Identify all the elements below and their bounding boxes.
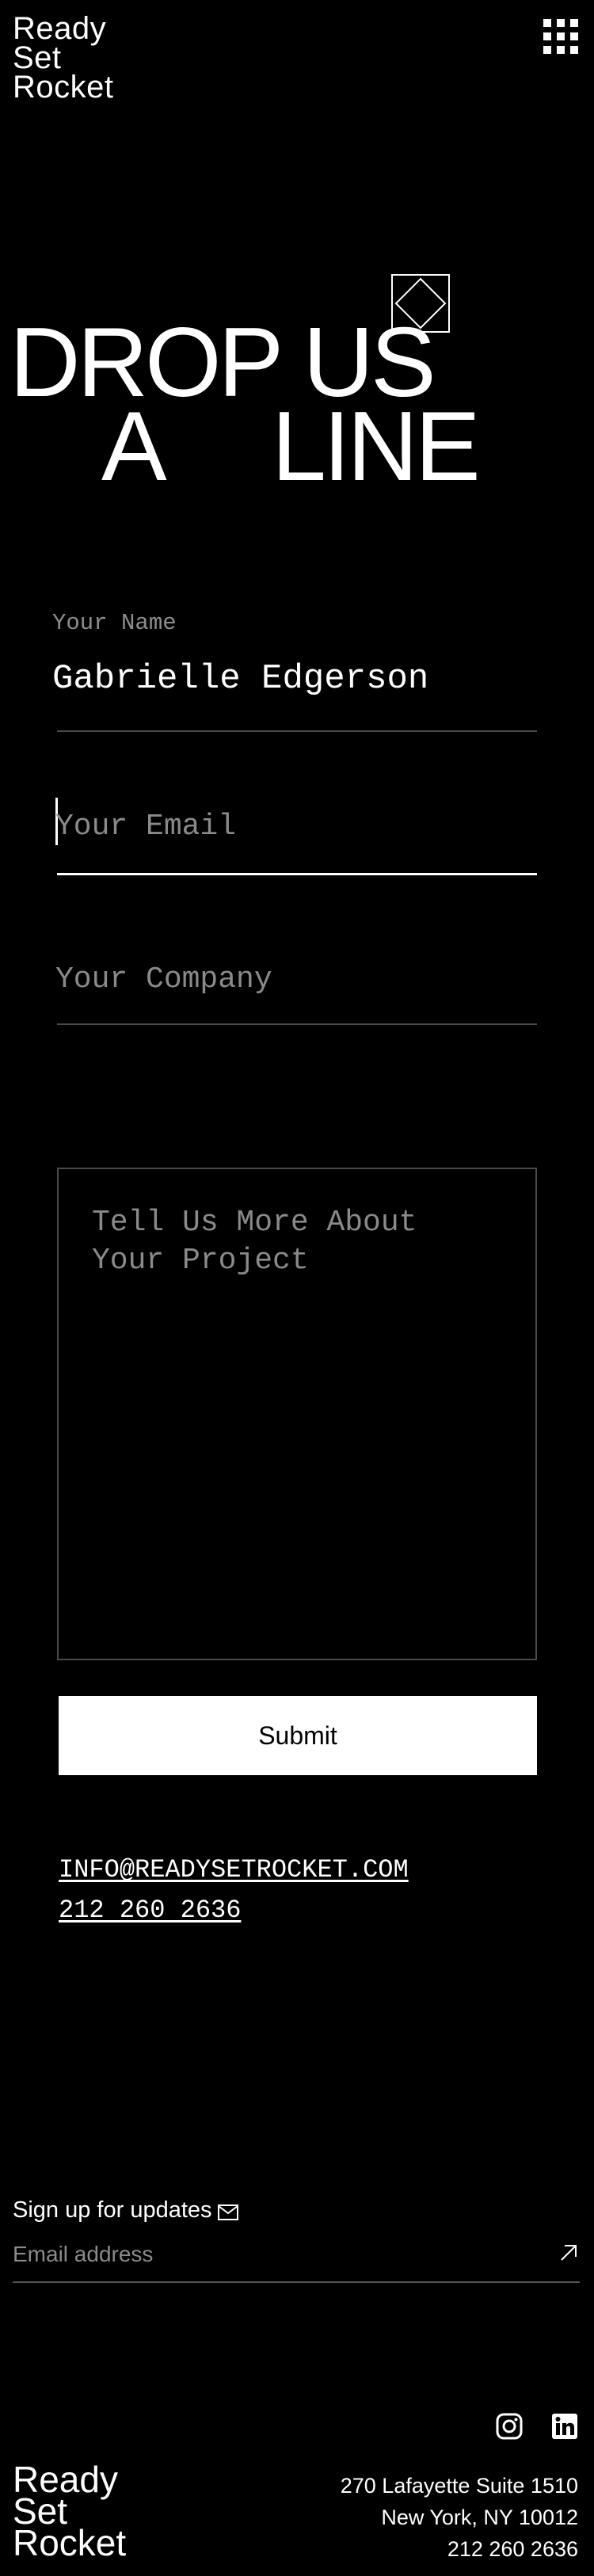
heading-word-line: LINE [272, 392, 481, 501]
email-field[interactable]: Your Email [55, 810, 236, 844]
footer-phone: 212 260 2636 [447, 2537, 578, 2561]
signup-label: Sign up for updates [13, 2197, 212, 2223]
message-textarea[interactable]: Tell Us More About Your Project [57, 1168, 537, 1660]
grid-menu-icon[interactable] [543, 19, 578, 54]
mail-icon [218, 2204, 238, 2220]
heading-word-a: A [101, 392, 167, 501]
footer-address: 270 Lafayette Suite 1510 New York, NY 10… [341, 2470, 578, 2565]
logo-word-ready: Ready [13, 11, 107, 46]
company-field-underline [57, 1023, 537, 1025]
footer-logo-word-rocket: Rocket [13, 2522, 127, 2563]
address-line-2: New York, NY 10012 [381, 2506, 578, 2529]
email-field-underline [57, 873, 537, 875]
linkedin-icon[interactable] [551, 2413, 578, 2440]
address-line-1: 270 Lafayette Suite 1510 [340, 2474, 578, 2498]
name-field-label: Your Name [52, 610, 177, 636]
contact-phone-link[interactable]: 212 260 2636 [59, 1896, 241, 1925]
footer-logo[interactable]: Ready Set Rocket [13, 2461, 127, 2563]
signup-email-input[interactable]: Email address [13, 2242, 153, 2267]
instagram-icon[interactable] [496, 2413, 523, 2440]
site-logo[interactable]: Ready Set Rocket [13, 11, 114, 105]
signup-underline [13, 2281, 580, 2283]
name-field[interactable]: Gabrielle Edgerson [52, 659, 428, 699]
logo-word-rocket: Rocket [13, 70, 114, 105]
contact-email-link[interactable]: INFO@READYSETROCKET.COM [59, 1855, 409, 1884]
submit-button[interactable]: Submit [59, 1696, 537, 1775]
message-placeholder: Tell Us More About Your Project [92, 1206, 417, 1278]
company-field[interactable]: Your Company [55, 962, 272, 996]
arrow-up-right-icon[interactable] [558, 2242, 580, 2264]
name-field-underline [57, 730, 537, 732]
logo-word-set: Set [13, 40, 62, 75]
